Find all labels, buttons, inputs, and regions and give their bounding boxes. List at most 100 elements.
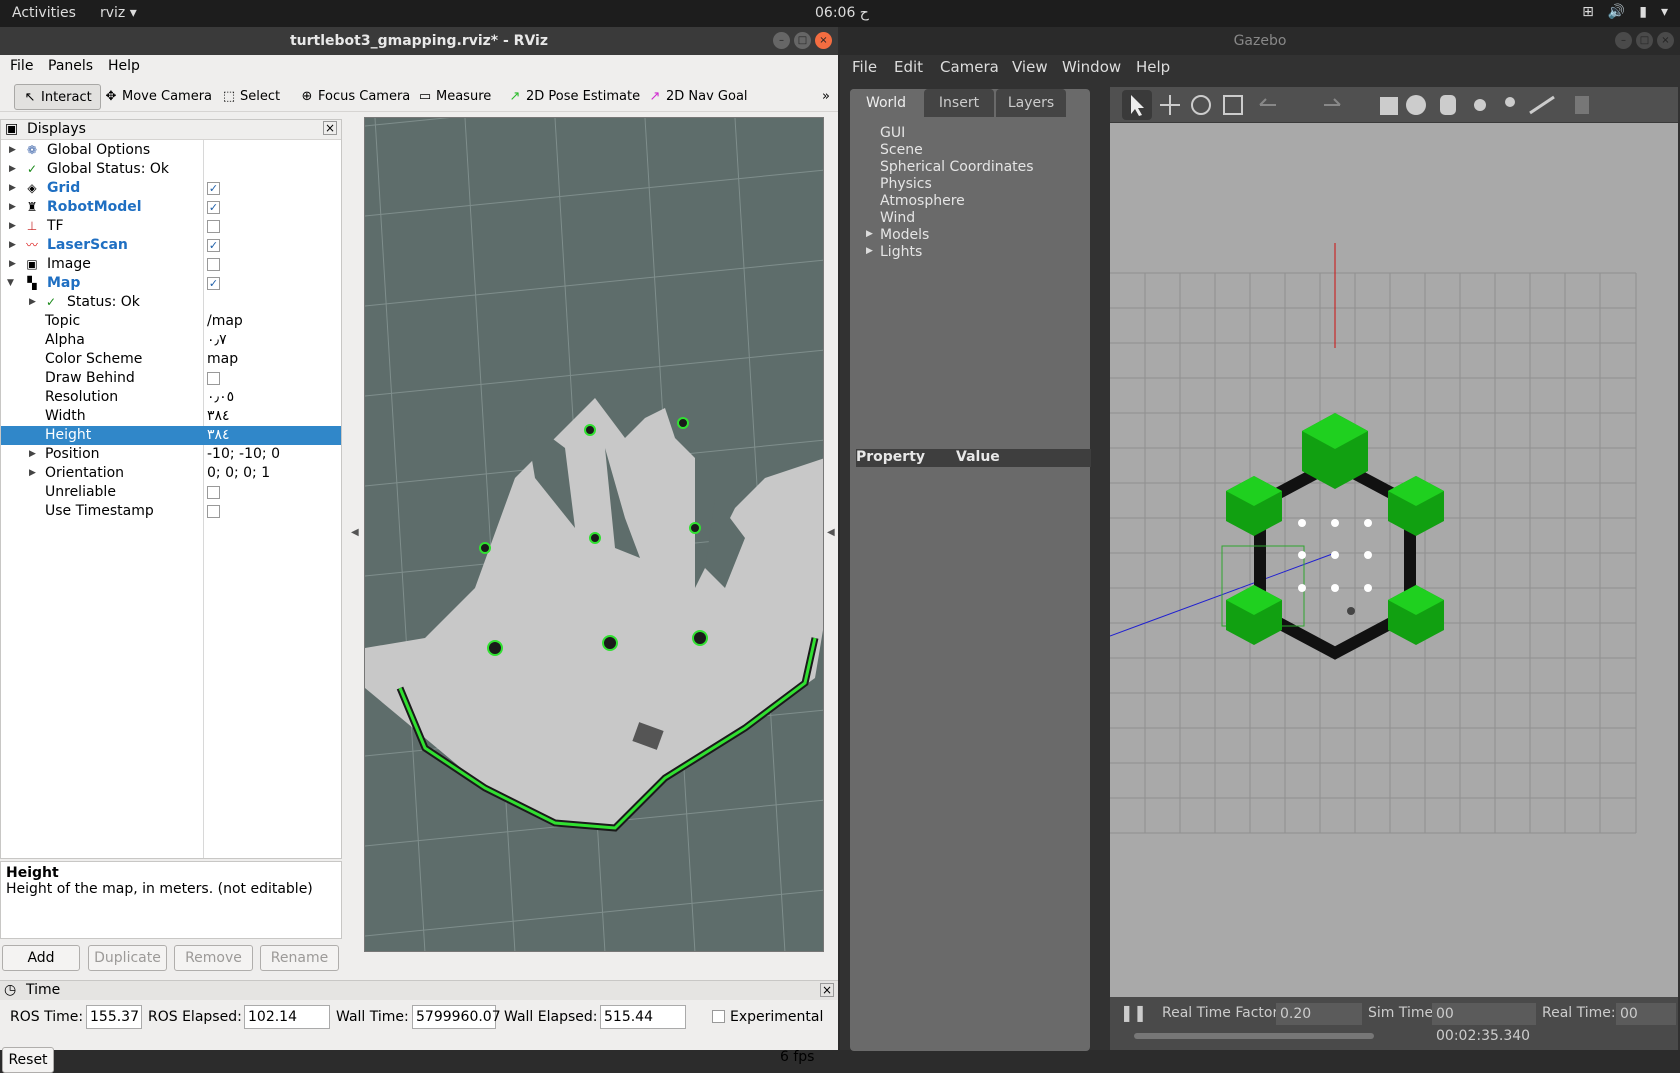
expand-arrow-icon[interactable]: ▶ <box>9 236 16 255</box>
menu-panels[interactable]: Panels <box>48 58 93 74</box>
laserscan-checkbox[interactable]: ✓ <box>207 239 220 252</box>
tree-item-wind[interactable]: Wind <box>880 210 915 226</box>
close-button[interactable]: × <box>815 32 832 49</box>
tab-layers[interactable]: Layers <box>996 89 1066 117</box>
menu-help[interactable]: Help <box>108 58 140 74</box>
close-button[interactable]: × <box>1657 32 1674 49</box>
collapse-arrow-icon[interactable]: ▼ <box>7 274 14 293</box>
rename-button[interactable]: Rename <box>260 945 339 971</box>
focus-camera-tool[interactable]: ⊕ Focus Camera <box>296 84 411 110</box>
activities-button[interactable]: Activities <box>12 5 76 21</box>
tree-row-laserscan[interactable]: ▶ 〰 LaserScan ✓ <box>1 236 341 255</box>
tree-row-grid[interactable]: ▶ ◈ Grid ✓ <box>1 179 341 198</box>
expand-arrow-icon[interactable]: ▶ <box>9 141 16 160</box>
use-timestamp-checkbox[interactable] <box>207 505 220 518</box>
tree-item-models[interactable]: Models <box>880 227 929 243</box>
collapse-left-icon[interactable]: ◀ <box>351 527 359 538</box>
prop-height[interactable]: Height ٣٨٤ <box>1 426 341 445</box>
menu-window[interactable]: Window <box>1062 58 1121 76</box>
expand-arrow-icon[interactable]: ▶ <box>866 229 873 239</box>
prop-alpha[interactable]: Alpha ٠٫٧ <box>1 331 341 350</box>
tree-row-tf[interactable]: ▶ ⊥ TF <box>1 217 341 236</box>
tree-item-atmosphere[interactable]: Atmosphere <box>880 193 965 209</box>
expand-arrow-icon[interactable]: ▶ <box>29 293 36 312</box>
tab-world[interactable]: World <box>850 89 922 117</box>
tree-row-image[interactable]: ▶ ▣ Image <box>1 255 341 274</box>
experimental-checkbox[interactable] <box>712 1010 725 1023</box>
tree-row-global-options[interactable]: ▶ ❁ Global Options <box>1 141 341 160</box>
nav-goal-tool[interactable]: ↗ 2D Nav Goal <box>644 84 748 110</box>
duplicate-button[interactable]: Duplicate <box>88 945 167 971</box>
prop-draw-behind[interactable]: Draw Behind <box>1 369 341 388</box>
select-tool[interactable]: ⬚ Select <box>218 84 280 110</box>
menu-edit[interactable]: Edit <box>894 58 923 76</box>
wall-time-field[interactable]: 5799960.07 <box>412 1005 501 1029</box>
grid-checkbox[interactable]: ✓ <box>207 182 220 195</box>
remove-button[interactable]: Remove <box>174 945 253 971</box>
close-icon[interactable]: × <box>820 983 834 997</box>
prop-width[interactable]: Width ٣٨٤ <box>1 407 341 426</box>
expand-arrow-icon[interactable]: ▶ <box>9 160 16 179</box>
tree-row-global-status[interactable]: ▶ ✓ Global Status: Ok <box>1 160 341 179</box>
app-menu[interactable]: rviz ▾ <box>100 5 137 21</box>
close-icon[interactable]: × <box>323 121 337 135</box>
rviz-3d-viewport[interactable] <box>364 117 824 952</box>
expand-arrow-icon[interactable]: ▶ <box>9 179 16 198</box>
prop-unreliable[interactable]: Unreliable <box>1 483 341 502</box>
gazebo-3d-scene[interactable] <box>1110 123 1678 997</box>
tf-checkbox[interactable] <box>207 220 220 233</box>
menu-camera[interactable]: Camera <box>940 58 999 76</box>
menu-file[interactable]: File <box>10 58 33 74</box>
tree-row-map-status[interactable]: ▶ ✓ Status: Ok <box>1 293 341 312</box>
prop-orientation[interactable]: ▶ Orientation 0; 0; 0; 1 <box>1 464 341 483</box>
tree-row-robotmodel[interactable]: ▶ ♜ RobotModel ✓ <box>1 198 341 217</box>
maximize-button[interactable]: □ <box>794 32 811 49</box>
prop-resolution[interactable]: Resolution ٠٫٠٥ <box>1 388 341 407</box>
more-tools-icon[interactable]: » <box>818 84 830 110</box>
horizontal-scrollbar[interactable] <box>1134 1033 1374 1039</box>
expand-arrow-icon[interactable]: ▶ <box>29 464 36 483</box>
move-camera-tool[interactable]: ✥ Move Camera <box>100 84 212 110</box>
maximize-button[interactable]: □ <box>1636 32 1653 49</box>
collapse-right-icon[interactable]: ◀ <box>827 527 835 538</box>
expand-arrow-icon[interactable]: ▶ <box>9 198 16 217</box>
robotmodel-checkbox[interactable]: ✓ <box>207 201 220 214</box>
minimize-button[interactable]: – <box>773 32 790 49</box>
minimize-button[interactable]: – <box>1615 32 1632 49</box>
prop-position[interactable]: ▶ Position -10; -10; 0 <box>1 445 341 464</box>
unreliable-checkbox[interactable] <box>207 486 220 499</box>
tree-item-spherical-coordinates[interactable]: Spherical Coordinates <box>880 159 1034 175</box>
add-button[interactable]: Add <box>2 945 80 971</box>
help-text: Height of the map, in meters. (not edita… <box>6 881 313 897</box>
draw-behind-checkbox[interactable] <box>207 372 220 385</box>
menu-help[interactable]: Help <box>1136 58 1170 76</box>
ros-elapsed-field[interactable]: 102.14 <box>244 1005 330 1029</box>
expand-arrow-icon[interactable]: ▶ <box>866 246 873 256</box>
menu-file[interactable]: File <box>852 58 877 76</box>
prop-use-timestamp[interactable]: Use Timestamp <box>1 502 341 521</box>
interact-tool[interactable]: ↖ Interact <box>14 84 101 110</box>
tree-item-physics[interactable]: Physics <box>880 176 932 192</box>
wall-elapsed-field[interactable]: 515.44 <box>600 1005 686 1029</box>
pose-estimate-tool[interactable]: ↗ 2D Pose Estimate <box>504 84 641 110</box>
tab-insert[interactable]: Insert <box>924 89 994 117</box>
expand-arrow-icon[interactable]: ▶ <box>9 255 16 274</box>
expand-arrow-icon[interactable]: ▶ <box>9 217 16 236</box>
system-tray[interactable]: ⊞ 🔊 ▮ ▾ <box>1582 4 1668 20</box>
menu-view[interactable]: View <box>1012 58 1048 76</box>
prop-topic[interactable]: Topic /map <box>1 312 341 331</box>
prop-color-scheme[interactable]: Color Scheme map <box>1 350 341 369</box>
tree-item-gui[interactable]: GUI <box>880 125 905 141</box>
magenta-arrow-icon: ↗ <box>649 89 661 104</box>
tree-item-scene[interactable]: Scene <box>880 142 923 158</box>
image-checkbox[interactable] <box>207 258 220 271</box>
tree-row-map[interactable]: ▼ ▚ Map ✓ <box>1 274 341 293</box>
reset-button[interactable]: Reset <box>2 1047 54 1073</box>
ros-time-field[interactable]: 155.37 <box>86 1005 142 1029</box>
map-checkbox[interactable]: ✓ <box>207 277 220 290</box>
expand-arrow-icon[interactable]: ▶ <box>29 445 36 464</box>
measure-tool[interactable]: ▭ Measure <box>414 84 491 110</box>
pause-icon[interactable]: ❚❚ <box>1120 1003 1147 1022</box>
clock[interactable]: 06:06 ح <box>815 5 869 21</box>
tree-item-lights[interactable]: Lights <box>880 244 922 260</box>
